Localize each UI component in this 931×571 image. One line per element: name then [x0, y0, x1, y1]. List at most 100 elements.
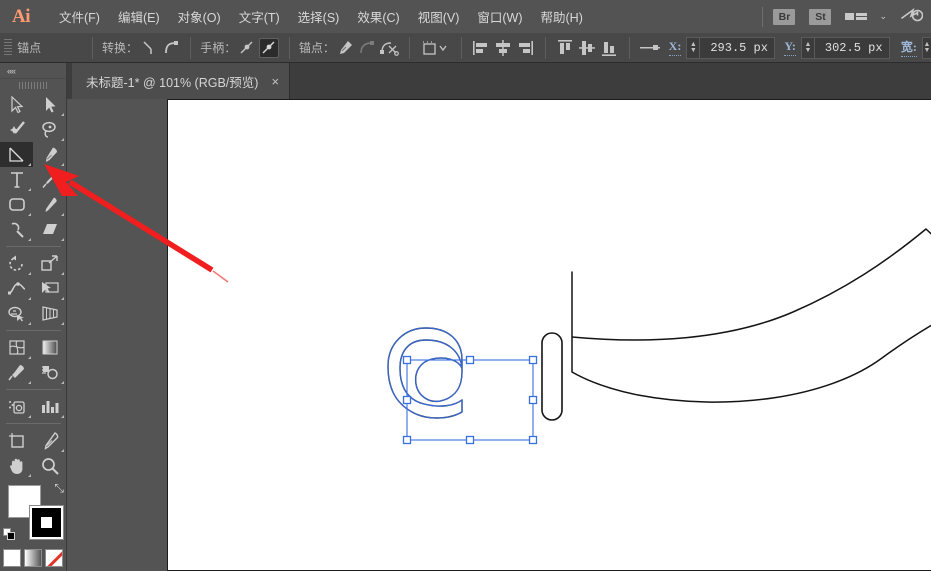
y-label: Y: [784, 39, 796, 56]
y-position-field[interactable]: Y: ▲▼ 302.5 px [784, 37, 890, 59]
y-stepper[interactable]: ▲▼ [801, 37, 814, 59]
menu-view[interactable]: 视图(V) [409, 3, 469, 30]
workspace-switcher-icon[interactable] [845, 13, 867, 21]
remove-anchor-icon[interactable] [336, 38, 356, 58]
menu-edit[interactable]: 编辑(E) [109, 3, 169, 30]
zoom-tool[interactable] [33, 453, 66, 478]
menu-help[interactable]: 帮助(H) [532, 3, 592, 30]
mesh-tool[interactable] [0, 335, 33, 360]
pen-tool[interactable] [33, 142, 66, 167]
collapse-panel-button[interactable]: «« [0, 63, 66, 79]
menu-type[interactable]: 文字(T) [230, 3, 289, 30]
hand-tool[interactable] [0, 453, 33, 478]
none-icon[interactable] [45, 549, 63, 567]
width-label: 宽: [901, 38, 917, 57]
tool-flyout-indicator [28, 238, 31, 241]
scale-tool[interactable] [33, 251, 66, 276]
connect-anchor-icon[interactable] [358, 38, 378, 58]
direct-selection-tool[interactable] [33, 92, 66, 117]
stock-button[interactable]: St [809, 9, 831, 25]
document-tab[interactable]: 未标题-1* @ 101% (RGB/预览) × [72, 63, 290, 99]
x-position-field[interactable]: X: ▲▼ 293.5 px [669, 37, 776, 59]
show-handles-icon[interactable] [237, 38, 257, 58]
convert-to-corner-icon[interactable] [139, 38, 159, 58]
align-right-icon[interactable] [515, 38, 535, 58]
distribute-icon[interactable] [640, 38, 664, 58]
tool-flyout-indicator [28, 213, 31, 216]
x-label: X: [669, 39, 682, 56]
width-field[interactable]: 宽: ▲▼ [901, 37, 931, 59]
menu-effect[interactable]: 效果(C) [348, 3, 408, 30]
align-bottom-icon[interactable] [599, 38, 619, 58]
slice-tool[interactable] [33, 428, 66, 453]
tool-flyout-indicator [28, 163, 31, 166]
width-tool[interactable] [0, 276, 33, 301]
x-input[interactable]: 293.5 px [699, 37, 775, 59]
menu-file[interactable]: 文件(F) [50, 3, 109, 30]
tool-flyout-indicator [28, 356, 31, 359]
pencil-tool[interactable] [0, 217, 33, 242]
cut-path-icon[interactable] [379, 38, 399, 58]
chevron-down-icon[interactable]: ⌄ [879, 11, 887, 22]
hide-handles-icon[interactable] [259, 38, 279, 58]
align-center-vertical-icon[interactable] [577, 38, 597, 58]
rounded-capsule-path [542, 333, 562, 420]
default-fill-stroke-icon[interactable] [3, 528, 16, 541]
tool-flyout-indicator [61, 322, 64, 325]
symbol-sprayer-tool[interactable] [0, 394, 33, 419]
app-logo: Ai [0, 0, 42, 33]
tool-flyout-indicator [61, 163, 64, 166]
column-graph-tool[interactable] [33, 394, 66, 419]
control-bar-grip[interactable] [4, 39, 12, 57]
tool-flyout-indicator [28, 272, 31, 275]
artboard[interactable] [167, 99, 931, 571]
tool-flyout-indicator [28, 415, 31, 418]
type-tool[interactable] [0, 167, 33, 192]
convert-to-smooth-icon[interactable] [161, 38, 181, 58]
selection-tool[interactable] [0, 92, 33, 117]
tool-divider [6, 389, 61, 390]
gradient-tool[interactable] [33, 335, 66, 360]
menu-object[interactable]: 对象(O) [169, 3, 230, 30]
blend-tool[interactable] [33, 360, 66, 385]
tool-flyout-indicator [61, 238, 64, 241]
tool-flyout-indicator [61, 213, 64, 216]
magic-wand-tool[interactable] [0, 117, 33, 142]
menu-bar: Ai 文件(F) 编辑(E) 对象(O) 文字(T) 选择(S) 效果(C) 视… [0, 0, 931, 33]
width-stepper[interactable]: ▲▼ [922, 37, 931, 59]
gradient-icon[interactable] [24, 549, 42, 567]
blob-brush-tool[interactable] [33, 192, 66, 217]
y-input[interactable]: 302.5 px [814, 37, 890, 59]
eyedropper-tool[interactable] [0, 360, 33, 385]
canvas-area[interactable] [67, 99, 931, 571]
rectangle-tool[interactable] [0, 192, 33, 217]
x-stepper[interactable]: ▲▼ [686, 37, 699, 59]
rotate-tool[interactable] [0, 251, 33, 276]
shape-builder-tool[interactable] [0, 301, 33, 326]
artboard-tool[interactable] [0, 428, 33, 453]
selection-type-label: 锚点 [17, 39, 83, 56]
tool-flyout-indicator [61, 138, 64, 141]
paintbrush-tool[interactable] [33, 167, 66, 192]
stroke-color-swatch[interactable] [30, 506, 63, 539]
align-top-icon[interactable] [556, 38, 576, 58]
perspective-grid-tool[interactable] [33, 301, 66, 326]
tool-flyout-indicator [61, 113, 64, 116]
tools-panel-grip[interactable] [0, 79, 66, 92]
bridge-button[interactable]: Br [773, 9, 795, 25]
solid-color-icon[interactable] [3, 549, 21, 567]
align-center-horizontal-icon[interactable] [493, 38, 513, 58]
line-segment-tool[interactable] [0, 142, 33, 167]
close-icon[interactable]: × [271, 75, 279, 88]
lasso-tool[interactable] [33, 117, 66, 142]
menu-select[interactable]: 选择(S) [289, 3, 349, 30]
convert-label: 转换： [102, 39, 138, 56]
free-transform-tool[interactable] [33, 276, 66, 301]
menu-window[interactable]: 窗口(W) [468, 3, 531, 30]
transform-dropdown-icon[interactable] [420, 38, 450, 58]
search-adobe-icon[interactable] [901, 7, 923, 27]
eraser-tool[interactable] [33, 217, 66, 242]
tool-flyout-indicator [61, 188, 64, 191]
align-left-icon[interactable] [472, 38, 492, 58]
swap-fill-stroke-icon[interactable]: ⤡ [54, 481, 64, 496]
